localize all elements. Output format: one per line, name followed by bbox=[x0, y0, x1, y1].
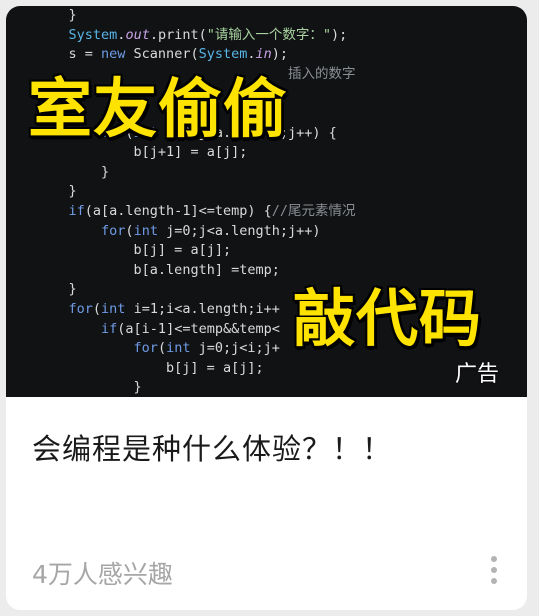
code-line: System.out.print("请输入一个数字："); bbox=[36, 26, 355, 46]
code-token: } bbox=[101, 163, 110, 180]
code-token: 插入的数字 bbox=[287, 65, 356, 82]
code-line: b[j] = a[j]; bbox=[36, 241, 355, 261]
code-token: int bbox=[101, 300, 126, 317]
code-token: out bbox=[125, 26, 150, 43]
code-token: } bbox=[68, 281, 77, 298]
more-vertical-icon[interactable] bbox=[478, 546, 510, 594]
code-line: } bbox=[36, 6, 355, 26]
code-token: } bbox=[68, 7, 77, 23]
code-token: b[j] = a[j]; bbox=[166, 359, 264, 376]
ad-thumbnail[interactable]: } System.out.print("请输入一个数字："); s = new … bbox=[6, 6, 527, 397]
code-token: for bbox=[68, 300, 93, 317]
code-line: for(int j=0;j<a.length;j++) bbox=[36, 222, 355, 242]
more-dot bbox=[491, 556, 497, 562]
code-token: for bbox=[101, 222, 126, 239]
overlay-caption-bottom: 敲代码 bbox=[291, 281, 483, 357]
code-token: b[a.length] =temp; bbox=[133, 261, 280, 278]
code-line: } bbox=[36, 182, 355, 202]
code-token: ); bbox=[331, 26, 348, 43]
code-token: (a[i-1]<=temp&&temp< bbox=[117, 320, 280, 337]
code-token: if bbox=[101, 320, 118, 337]
code-token: (a[a.length-1]<=temp) { bbox=[84, 202, 272, 219]
code-token: } bbox=[68, 183, 77, 200]
code-token: } bbox=[133, 379, 142, 396]
code-token: j=0;j<i;j+ bbox=[190, 340, 280, 357]
code-token: i=1;i<a.length;i++ bbox=[125, 300, 280, 317]
code-token: j=0;j<a.length;j++) bbox=[157, 222, 321, 239]
code-token: "请输入一个数字：" bbox=[206, 26, 331, 43]
code-token: b[j] = a[j]; bbox=[133, 242, 232, 259]
code-token: .print( bbox=[149, 26, 207, 43]
interest-count: 4万人感兴趣 bbox=[32, 560, 173, 589]
code-token: ( bbox=[125, 222, 134, 239]
code-token: //尾元素情况 bbox=[271, 202, 356, 219]
code-token: int bbox=[133, 222, 158, 239]
code-token: for bbox=[133, 340, 158, 357]
overlay-caption-top: 室友偷偷 bbox=[27, 72, 289, 149]
code-line: b[j] = a[j]; bbox=[36, 359, 355, 379]
code-line: if(a[a.length-1]<=temp) {//尾元素情况 bbox=[36, 202, 356, 222]
code-token: System bbox=[68, 26, 118, 43]
more-dot bbox=[491, 578, 497, 584]
ad-label: 广告 bbox=[454, 362, 499, 387]
ad-title[interactable]: 会编程是种什么体验？！！ bbox=[32, 426, 502, 468]
ad-card[interactable]: } System.out.print("请输入一个数字："); s = new … bbox=[6, 6, 527, 610]
code-line: } bbox=[36, 163, 355, 183]
code-token: ( bbox=[92, 300, 102, 317]
code-token: ( bbox=[157, 340, 167, 357]
code-token: if bbox=[68, 202, 85, 219]
code-token: int bbox=[166, 340, 191, 357]
more-dot bbox=[491, 567, 497, 573]
code-line: } bbox=[36, 378, 355, 397]
